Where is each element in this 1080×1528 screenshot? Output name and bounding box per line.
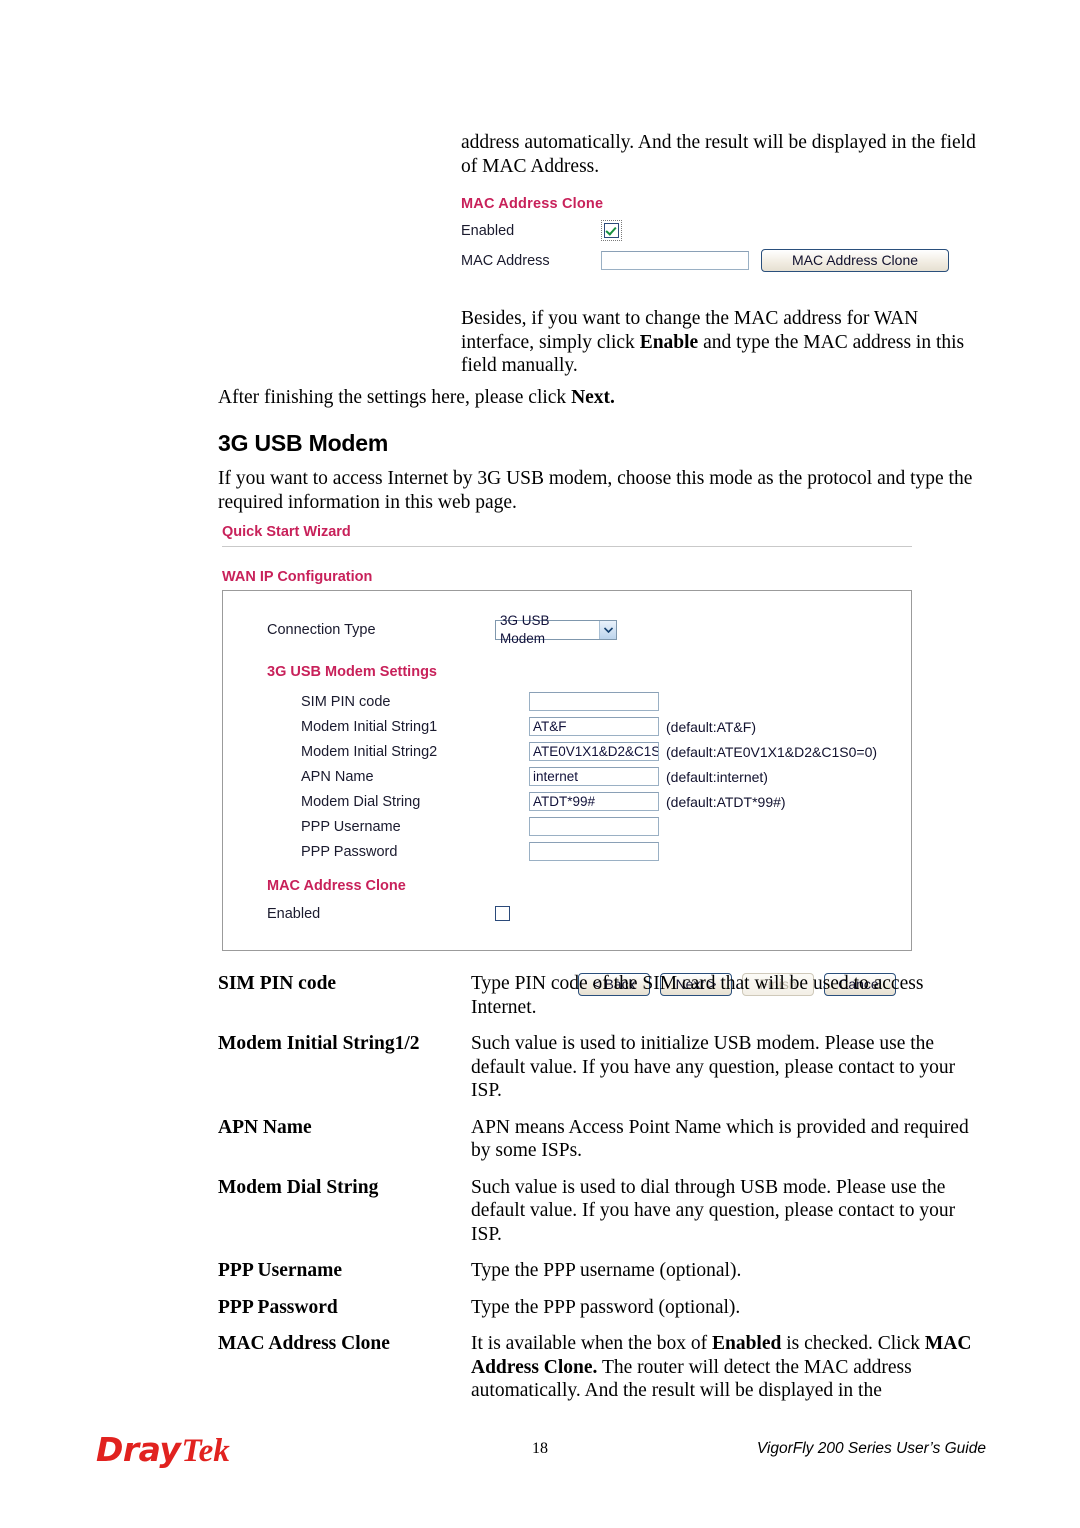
wizard-mac-enabled-row: Enabled xyxy=(223,901,911,926)
definition-term: Modem Initial String1/2 xyxy=(218,1033,420,1054)
mac-figure-enabled-label: Enabled xyxy=(461,222,515,239)
intro-paragraph: If you want to access Internet by 3G USB… xyxy=(218,468,973,513)
connection-type-value: 3G USB Modem xyxy=(500,612,550,646)
connection-type-row: Connection Type 3G USB Modem xyxy=(223,613,911,646)
definition-term: SIM PIN code xyxy=(218,973,337,994)
definition-term: APN Name xyxy=(218,1116,312,1138)
besides-text-bold: Enable xyxy=(639,331,699,353)
definition-description: APN means Access Point Name which is pro… xyxy=(471,1116,969,1162)
modem-settings-fields: SIM PIN code Modem Initial String1 AT&F (de… xyxy=(223,689,911,864)
modem-field-label: PPP Username xyxy=(301,818,401,835)
definition-item: SIM PIN code Type PIN code of the SIM car… xyxy=(218,972,986,1019)
after-text-pre: After finishing the settings here, pleas… xyxy=(218,387,572,408)
modem-field-row: APN Name internet (default:internet) xyxy=(223,764,911,789)
definition-desc-part1: It is available when the box of xyxy=(471,1333,712,1354)
wizard-mac-enabled-label: Enabled xyxy=(267,905,321,922)
definition-description: It is available when the box of Enabled … xyxy=(471,1332,986,1403)
definition-description: Such value is used to initialize USB mod… xyxy=(471,1033,956,1101)
modem-field-row: PPP Username xyxy=(223,814,911,839)
besides-paragraph: Besides, if you want to change the MAC a… xyxy=(461,307,981,378)
mac-address-input[interactable] xyxy=(601,251,749,270)
wizard-title: Quick Start Wizard xyxy=(222,524,351,540)
modem-field-hint: (default:internet) xyxy=(666,768,768,785)
modem-field-input[interactable] xyxy=(529,692,659,711)
mac-figure-address-row: MAC Address MAC Address Clone xyxy=(461,249,961,272)
modem-field-label: Modem Dial String xyxy=(301,793,421,810)
after-paragraph: After finishing the settings here, pleas… xyxy=(218,386,983,410)
mac-address-clone-button[interactable]: MAC Address Clone xyxy=(761,249,949,272)
modem-field-row: PPP Password xyxy=(223,839,911,864)
definition-desc-bold1: Enabled xyxy=(711,1333,782,1354)
top-paragraph: address automatically. And the result wi… xyxy=(461,132,976,177)
definition-item: Modem Initial String1/2 Such value is use… xyxy=(218,1032,986,1103)
definition-item: Modem Dial String Such value is used to d… xyxy=(218,1176,986,1247)
definition-description: Type the PPP username (optional). xyxy=(471,1260,742,1281)
definition-item: MAC Address Clone It is available when th… xyxy=(218,1332,986,1403)
definition-description: Type the PPP password (optional). xyxy=(471,1296,741,1318)
modem-field-label: Modem Initial String2 xyxy=(301,743,438,760)
definition-term: PPP Password xyxy=(218,1296,338,1318)
mac-address-clone-figure: MAC Address Clone Enabled MAC Address MA… xyxy=(461,196,961,272)
modem-field-label: SIM PIN code xyxy=(301,693,391,710)
wan-configuration-panel: Connection Type 3G USB Modem 3G USB Mode… xyxy=(222,590,912,951)
definition-item: PPP Username Type the PPP username (optio… xyxy=(218,1259,986,1283)
modem-field-hint: (default:AT&F) xyxy=(666,718,756,735)
definition-item: APN Name APN means Access Point Name whic… xyxy=(218,1116,986,1163)
document-page: address automatically. And the result wi… xyxy=(0,0,1080,1528)
definition-desc-part2: is checked. Click xyxy=(781,1333,925,1354)
mac-figure-enabled-row: Enabled xyxy=(461,220,961,241)
definition-description: Such value is used to dial through USB m… xyxy=(471,1176,956,1245)
modem-settings-group-title: 3G USB Modem Settings xyxy=(267,664,437,680)
connection-type-label: Connection Type xyxy=(267,621,376,638)
field-descriptions-list: SIM PIN code Type PIN code of the SIM car… xyxy=(218,972,986,1416)
modem-field-label: APN Name xyxy=(301,768,374,785)
page-footer: DrayTek 18 VigorFly 200 Series User’s Gu… xyxy=(0,1424,1080,1484)
modem-field-label: PPP Password xyxy=(301,843,398,860)
page-heading: 3G USB Modem xyxy=(218,430,389,456)
mac-figure-section-title: MAC Address Clone xyxy=(461,196,604,212)
quick-start-wizard-screenshot: Quick Start Wizard WAN IP Configuration … xyxy=(222,524,912,996)
definition-item: PPP Password Type the PPP password (optio… xyxy=(218,1296,986,1320)
wizard-mac-enabled-checkbox[interactable] xyxy=(495,906,510,921)
modem-field-hint: (default:ATDT*99#) xyxy=(666,793,786,810)
modem-field-row: Modem Initial String1 AT&F (default:AT&F) xyxy=(223,714,911,739)
modem-field-input[interactable]: internet xyxy=(529,767,659,786)
wizard-title-divider xyxy=(222,546,912,547)
modem-field-row: Modem Dial String ATDT*99# (default:ATDT*9… xyxy=(223,789,911,814)
mac-figure-address-label: MAC Address xyxy=(461,252,550,269)
after-text-bold: Next. xyxy=(571,387,615,408)
modem-field-label: Modem Initial String1 xyxy=(301,718,438,735)
modem-field-row: SIM PIN code xyxy=(223,689,911,714)
wan-ip-configuration-title: WAN IP Configuration xyxy=(222,569,373,585)
definition-description: Type PIN code of the SIM card that will … xyxy=(471,973,924,1018)
modem-field-input[interactable] xyxy=(529,842,659,861)
connection-type-select[interactable]: 3G USB Modem xyxy=(495,613,617,646)
wizard-mac-clone-group-title: MAC Address Clone xyxy=(267,878,406,894)
modem-field-row: Modem Initial String2 ATE0V1X1&D2&C1S0 (de… xyxy=(223,739,911,764)
guide-title: VigorFly 200 Series User’s Guide xyxy=(756,1440,986,1457)
modem-field-hint: (default:ATE0V1X1&D2&C1S0=0) xyxy=(666,743,878,760)
modem-field-input[interactable]: ATE0V1X1&D2&C1S0 xyxy=(529,742,659,761)
modem-field-input[interactable]: AT&F xyxy=(529,717,659,736)
modem-field-input[interactable] xyxy=(529,817,659,836)
definition-term: Modem Dial String xyxy=(218,1176,379,1198)
chevron-down-icon xyxy=(599,620,616,639)
definition-term: PPP Username xyxy=(218,1260,343,1281)
definition-term: MAC Address Clone xyxy=(218,1333,390,1354)
modem-field-input[interactable]: ATDT*99# xyxy=(529,792,659,811)
mac-figure-enabled-checkbox[interactable] xyxy=(604,223,619,238)
checkbox-focus-ring xyxy=(601,220,622,241)
